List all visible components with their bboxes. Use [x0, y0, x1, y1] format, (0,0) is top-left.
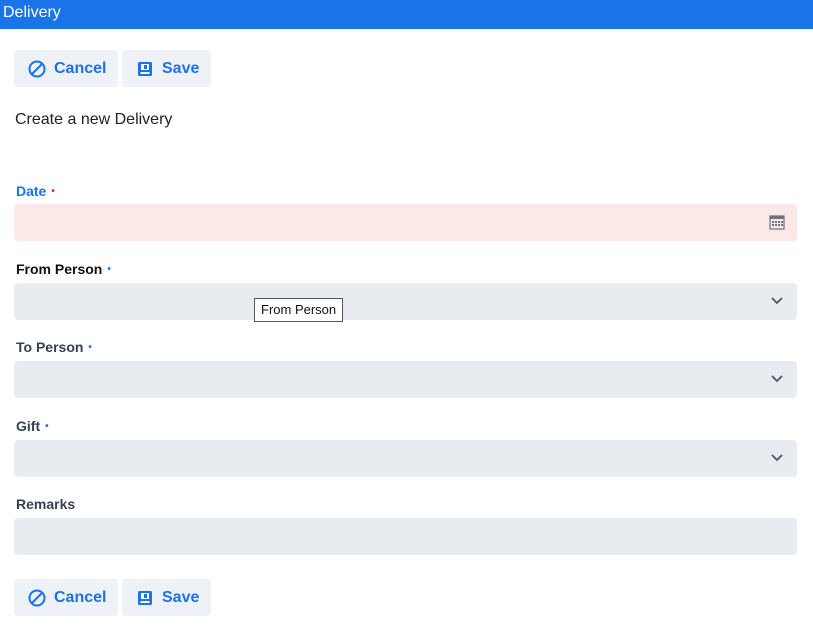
top-toolbar: Cancel Save — [14, 50, 211, 87]
gift-label-text: Gift — [16, 418, 41, 434]
save-button[interactable]: Save — [122, 579, 211, 616]
remarks-label: Remarks — [16, 496, 75, 512]
required-marker: • — [45, 421, 49, 432]
date-field[interactable] — [14, 204, 797, 241]
cancel-button[interactable]: Cancel — [14, 50, 118, 87]
save-button[interactable]: Save — [122, 50, 211, 87]
cancel-icon — [28, 60, 46, 78]
chevron-down-icon[interactable] — [769, 450, 785, 466]
page-title: Create a new Delivery — [15, 111, 173, 128]
save-button-label: Save — [162, 588, 200, 606]
date-label: Date • — [16, 183, 55, 199]
required-marker: • — [51, 186, 55, 197]
to-person-label-text: To Person — [16, 339, 84, 355]
date-label-text: Date — [16, 183, 47, 199]
bottom-toolbar: Cancel Save — [14, 579, 211, 616]
cancel-button-label: Cancel — [54, 588, 107, 606]
chevron-down-icon[interactable] — [769, 293, 785, 309]
gift-select[interactable] — [14, 440, 797, 477]
save-button-label: Save — [162, 59, 200, 77]
from-person-label: From Person • — [16, 261, 111, 277]
tooltip: From Person — [254, 298, 344, 322]
cancel-icon — [28, 589, 46, 607]
window-title: Delivery — [0, 0, 813, 29]
cancel-button-label: Cancel — [54, 59, 107, 77]
calendar-icon[interactable] — [769, 214, 785, 230]
save-icon — [136, 60, 154, 78]
from-person-label-text: From Person — [16, 261, 103, 277]
chevron-down-icon[interactable] — [769, 371, 785, 387]
required-marker: • — [88, 342, 92, 353]
save-icon — [136, 589, 154, 607]
to-person-label: To Person • — [16, 339, 92, 355]
from-person-select[interactable] — [14, 283, 797, 320]
gift-label: Gift • — [16, 418, 49, 434]
cancel-button[interactable]: Cancel — [14, 579, 118, 616]
required-marker: • — [107, 264, 111, 275]
remarks-input[interactable] — [14, 518, 797, 555]
remarks-label-text: Remarks — [16, 496, 76, 512]
to-person-select[interactable] — [14, 361, 797, 398]
